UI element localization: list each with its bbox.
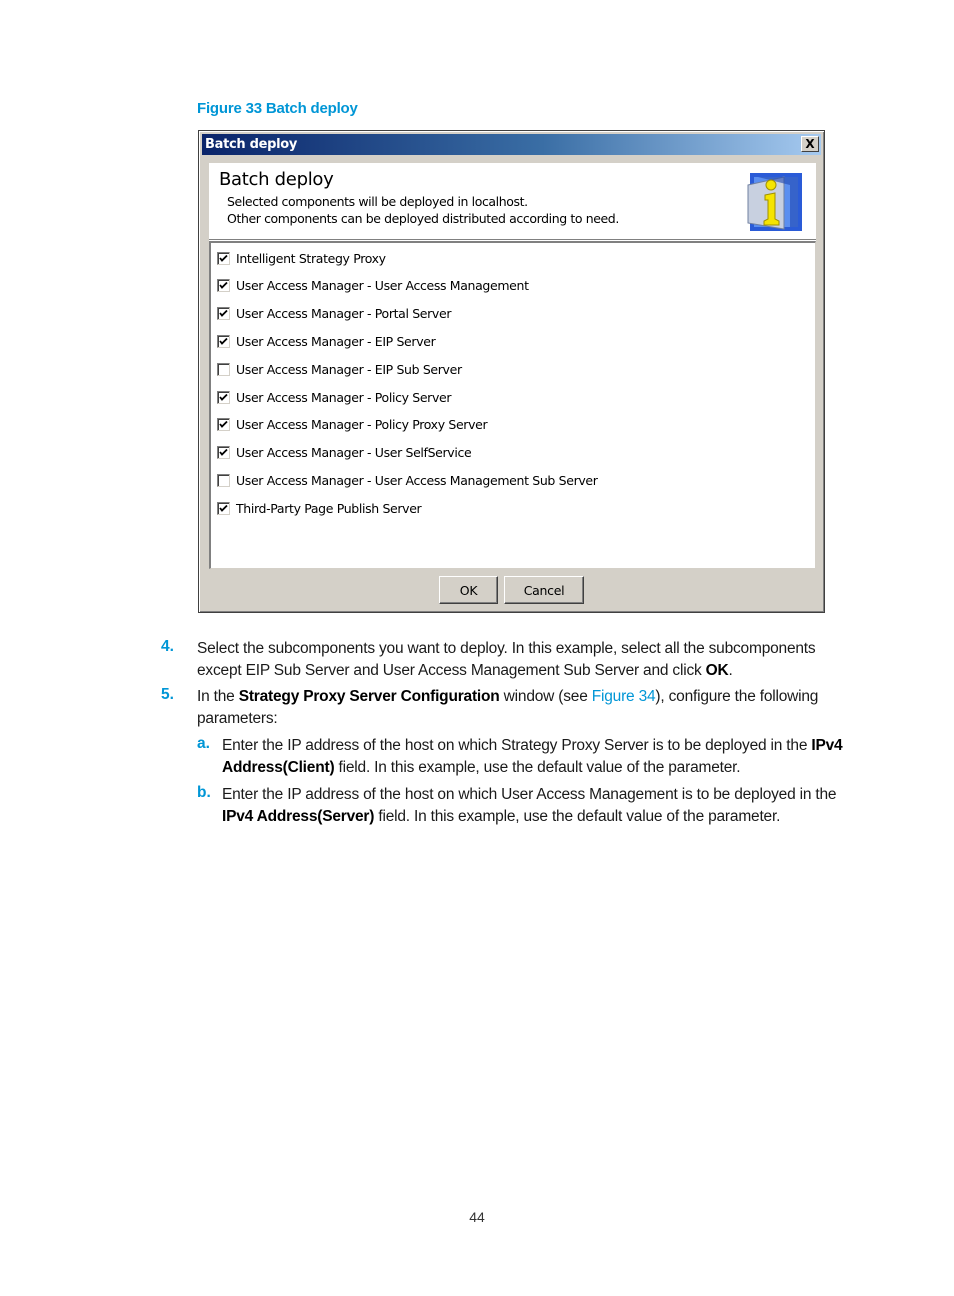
- checkbox-unchecked[interactable]: [217, 362, 230, 376]
- components-list: Intelligent Strategy Proxy User Access Ma…: [209, 241, 816, 569]
- substep-a-line-2: Address(Client) field. In this example, …: [222, 757, 842, 779]
- text: .: [728, 661, 733, 679]
- checkmark-icon: [219, 337, 228, 345]
- text: window (see: [499, 688, 592, 705]
- figure-caption: Figure 33 Batch deploy: [197, 100, 358, 117]
- ok-button[interactable]: OK: [439, 576, 498, 604]
- checkmark-icon: [219, 254, 228, 262]
- checkbox-checked[interactable]: [217, 307, 230, 321]
- checkmark-icon: [219, 504, 228, 512]
- bold-text: OK: [705, 661, 729, 679]
- substep-letter: a.: [197, 735, 210, 752]
- bold-text: Address(Client): [222, 758, 335, 776]
- dialog-header: Batch deploy Selected components will be…: [209, 163, 816, 239]
- checkmark-icon: [219, 421, 228, 429]
- header-description-2: Other components can be deployed distrib…: [227, 211, 619, 226]
- component-label: User Access Manager - EIP Sub Server: [236, 361, 462, 377]
- figure-34-link[interactable]: Figure 34: [592, 688, 656, 705]
- component-checkbox-item[interactable]: User Access Manager - EIP Server: [217, 332, 436, 350]
- step-4-text: Select the subcomponents you want to dep…: [197, 638, 816, 682]
- component-label: User Access Manager - Policy Proxy Serve…: [236, 417, 488, 433]
- checkbox-unchecked[interactable]: [217, 473, 230, 487]
- info-icon: [747, 173, 802, 231]
- component-checkbox-item[interactable]: User Access Manager - User SelfService: [217, 444, 472, 462]
- component-checkbox-item[interactable]: Third-Party Page Publish Server: [217, 499, 422, 517]
- batch-deploy-dialog: Batch deploy X Batch deploy Selected com…: [198, 130, 825, 613]
- component-label: Third-Party Page Publish Server: [236, 500, 422, 516]
- header-title: Batch deploy: [219, 169, 334, 190]
- step-5-text: In the Strategy Proxy Server Configurati…: [197, 686, 818, 729]
- step-4-line-2: except EIP Sub Server and User Access Ma…: [197, 660, 815, 682]
- checkmark-icon: [219, 393, 228, 401]
- text: In the: [197, 688, 239, 705]
- step-5-line-2: parameters:: [197, 709, 278, 727]
- component-label: User Access Manager - User Access Manage…: [236, 472, 598, 488]
- bold-text: IPv4 Address(Server): [222, 807, 375, 825]
- text: ), configure the following: [655, 688, 819, 705]
- checkbox-checked[interactable]: [217, 251, 230, 265]
- close-icon: X: [805, 137, 815, 151]
- checkbox-checked[interactable]: [217, 334, 230, 348]
- bold-text: IPv4: [811, 737, 843, 754]
- component-checkbox-item[interactable]: User Access Manager - User Access Manage…: [217, 471, 598, 489]
- step-number: 4.: [161, 638, 174, 655]
- checkmark-icon: [219, 309, 228, 317]
- text: field. In this example, use the default …: [334, 758, 741, 776]
- text: Enter the IP address of the host on whic…: [222, 737, 812, 754]
- cancel-button[interactable]: Cancel: [504, 576, 584, 604]
- header-description-1: Selected components will be deployed in …: [227, 194, 528, 209]
- text: field. In this example, use the default …: [374, 807, 781, 825]
- dialog-title: Batch deploy: [205, 137, 298, 152]
- component-label: User Access Manager - User SelfService: [236, 445, 472, 461]
- component-label: User Access Manager - Policy Server: [236, 389, 452, 405]
- checkbox-checked[interactable]: [217, 418, 230, 432]
- step-5-line-1: In the Strategy Proxy Server Configurati…: [197, 686, 818, 708]
- component-label: User Access Manager - User Access Manage…: [236, 278, 529, 294]
- component-checkbox-item[interactable]: User Access Manager - EIP Sub Server: [217, 360, 462, 378]
- title-bar[interactable]: Batch deploy X: [202, 134, 821, 155]
- component-checkbox-item[interactable]: User Access Manager - Policy Proxy Serve…: [217, 416, 488, 434]
- close-button[interactable]: X: [801, 136, 819, 152]
- substep-b-line-2: IPv4 Address(Server) field. In this exam…: [222, 806, 836, 828]
- checkmark-icon: [219, 282, 228, 290]
- component-label: User Access Manager - EIP Server: [236, 333, 436, 349]
- component-checkbox-item[interactable]: User Access Manager - Policy Server: [217, 388, 452, 406]
- checkbox-checked[interactable]: [217, 390, 230, 404]
- component-label: User Access Manager - Portal Server: [236, 306, 452, 322]
- component-checkbox-item[interactable]: Intelligent Strategy Proxy: [217, 249, 386, 267]
- substep-b-line-1: Enter the IP address of the host on whic…: [222, 786, 837, 803]
- component-checkbox-item[interactable]: User Access Manager - Portal Server: [217, 305, 451, 323]
- substep-b-text: Enter the IP address of the host on whic…: [222, 784, 837, 828]
- checkmark-icon: [219, 448, 228, 456]
- step-number: 5.: [161, 686, 174, 703]
- step-4-line-1: Select the subcomponents you want to dep…: [197, 640, 816, 657]
- component-label: Intelligent Strategy Proxy: [236, 250, 386, 266]
- page-number: 44: [469, 1209, 485, 1225]
- text: except EIP Sub Server and User Access Ma…: [197, 661, 706, 679]
- component-checkbox-item[interactable]: User Access Manager - User Access Manage…: [217, 277, 529, 295]
- substep-a-line-1: Enter the IP address of the host on whic…: [222, 735, 843, 757]
- substep-a-text: Enter the IP address of the host on whic…: [222, 735, 843, 779]
- substep-letter: b.: [197, 784, 211, 801]
- checkbox-checked[interactable]: [217, 279, 230, 293]
- checkbox-checked[interactable]: [217, 501, 230, 515]
- checkbox-checked[interactable]: [217, 446, 230, 460]
- bold-text: Strategy Proxy Server Configuration: [238, 688, 500, 705]
